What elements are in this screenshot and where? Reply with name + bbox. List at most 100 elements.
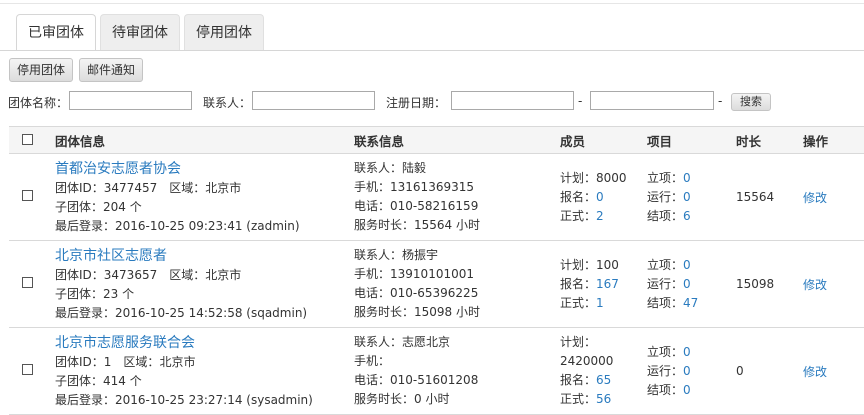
mobile-value: 13910101001 (390, 267, 474, 281)
group-id: 3473657 (103, 267, 158, 282)
group-id-label: 团体ID： (55, 267, 104, 282)
plan-value: 100 (596, 257, 619, 272)
tab-disabled-groups[interactable]: 停用团体 (184, 14, 264, 50)
filter-bar: 团体名称： 联系人： 注册日期： - - 搜索 (8, 91, 864, 111)
row-checkbox[interactable] (22, 277, 33, 288)
project-done-link[interactable]: 6 (683, 209, 691, 223)
col-members: 成员 (560, 126, 647, 154)
signup-count-link[interactable]: 167 (596, 277, 619, 291)
row-checkbox[interactable] (22, 190, 33, 201)
service-hours-label: 服务时长： (354, 392, 415, 406)
tab-pending-groups[interactable]: 待审团体 (100, 14, 180, 50)
formal-count-link[interactable]: 1 (596, 296, 604, 310)
select-all-checkbox[interactable] (22, 133, 33, 145)
group-id: 3477457 (103, 180, 158, 195)
formal-label: 正式： (560, 295, 597, 310)
project-done-label: 结项： (647, 208, 684, 223)
edit-link[interactable]: 修改 (803, 278, 827, 292)
contact-label: 联系人： (203, 96, 252, 110)
email-notify-button[interactable]: 邮件通知 (79, 58, 144, 82)
tab-approved-groups[interactable]: 已审团体 (16, 14, 96, 51)
col-contact-info: 联系信息 (354, 126, 560, 154)
disable-group-button[interactable]: 停用团体 (9, 58, 74, 82)
phone-label: 电话： (354, 373, 391, 387)
project-open-link[interactable]: 0 (683, 345, 691, 359)
group-id-label: 团体ID： (55, 354, 104, 369)
project-open-label: 立项： (647, 257, 684, 272)
mobile-label: 手机： (354, 180, 391, 194)
register-date-label: 注册日期： (386, 96, 447, 110)
plan-label: 计划： (560, 170, 597, 185)
contact-input[interactable] (252, 91, 375, 110)
last-login-value: 2016-10-25 23:27:14 (sysadmin) (115, 392, 313, 407)
hours-cell: 15098 (736, 240, 803, 328)
formal-count-link[interactable]: 2 (596, 209, 604, 223)
project-open-link[interactable]: 0 (683, 258, 691, 272)
project-open-label: 立项： (647, 344, 684, 359)
table-header: 团体信息 联系信息 成员 项目 时长 操作 (9, 126, 864, 154)
signup-count-link[interactable]: 65 (596, 373, 611, 387)
subgroup-label: 子团体： (55, 286, 104, 301)
region-value: 北京市 (205, 180, 242, 195)
group-name-input[interactable] (69, 91, 192, 110)
edit-link[interactable]: 修改 (803, 365, 827, 379)
date-to-input[interactable] (590, 91, 714, 110)
contact-person: 志愿北京 (402, 335, 451, 349)
col-group-info: 团体信息 (55, 126, 354, 154)
edit-link[interactable]: 修改 (803, 191, 827, 205)
project-running-link[interactable]: 0 (683, 277, 691, 291)
project-running-label: 运行： (647, 189, 684, 204)
phone-value: 010-51601208 (390, 373, 479, 387)
group-name-link[interactable]: 首都治安志愿者协会 (55, 159, 354, 179)
region-value: 北京市 (205, 267, 242, 282)
region-label: 区域： (169, 180, 206, 195)
phone-value: 010-58216159 (390, 199, 479, 213)
mobile-value: 13161369315 (390, 180, 474, 194)
project-open-link[interactable]: 0 (683, 171, 691, 185)
row-checkbox[interactable] (22, 364, 33, 375)
group-name-link[interactable]: 北京市社区志愿者 (55, 246, 354, 266)
subgroup-count: 23 个 (103, 286, 135, 301)
group-id-label: 团体ID： (55, 180, 104, 195)
tab-divider (0, 50, 864, 51)
table-row: 首都治安志愿者协会 团体ID：3477457 区域：北京市 子团体：204 个 最… (9, 153, 864, 241)
contact-person-label: 联系人： (354, 335, 403, 349)
formal-count-link[interactable]: 56 (596, 392, 611, 406)
contact-person-label: 联系人： (354, 161, 403, 175)
subgroup-count: 414 个 (103, 373, 142, 388)
hours-cell: 0 (736, 327, 803, 415)
col-hours: 时长 (736, 126, 803, 154)
top-divider (0, 3, 864, 4)
formal-label: 正式： (560, 392, 597, 406)
service-hours-value: 0 小时 (414, 392, 450, 406)
project-running-link[interactable]: 0 (683, 190, 691, 204)
signup-label: 报名： (560, 373, 597, 387)
table-row: 北京市志愿服务联合会 团体ID：1 区域：北京市 子团体：414 个 最后登录：2… (9, 327, 864, 415)
region-label: 区域： (123, 354, 160, 369)
group-id: 1 (103, 354, 112, 369)
project-done-label: 结项： (647, 295, 684, 310)
date-separator-2: - (718, 94, 723, 108)
subgroup-label: 子团体： (55, 199, 104, 214)
search-button[interactable]: 搜索 (731, 93, 771, 111)
phone-value: 010-65396225 (390, 286, 479, 300)
project-done-link[interactable]: 0 (683, 383, 691, 397)
group-name-link[interactable]: 北京市志愿服务联合会 (55, 333, 354, 353)
phone-label: 电话： (354, 286, 391, 300)
last-login-label: 最后登录： (55, 305, 116, 320)
subgroup-count: 204 个 (103, 199, 142, 214)
project-done-link[interactable]: 47 (683, 296, 698, 310)
contact-person: 陆毅 (402, 161, 427, 175)
tab-bar: 已审团体 待审团体 停用团体 (16, 14, 268, 51)
project-running-label: 运行： (647, 363, 684, 378)
service-hours-value: 15098 小时 (414, 305, 481, 319)
date-from-input[interactable] (451, 91, 574, 110)
project-running-link[interactable]: 0 (683, 364, 691, 378)
groups-table: 团体信息 联系信息 成员 项目 时长 操作 首都治安志愿者协会 团体ID：347… (9, 126, 864, 415)
last-login-label: 最后登录： (55, 218, 116, 233)
mobile-label: 手机： (354, 354, 391, 368)
signup-label: 报名： (560, 189, 597, 204)
signup-count-link[interactable]: 0 (596, 190, 604, 204)
service-hours-label: 服务时长： (354, 218, 415, 232)
date-separator-1: - (578, 94, 583, 108)
